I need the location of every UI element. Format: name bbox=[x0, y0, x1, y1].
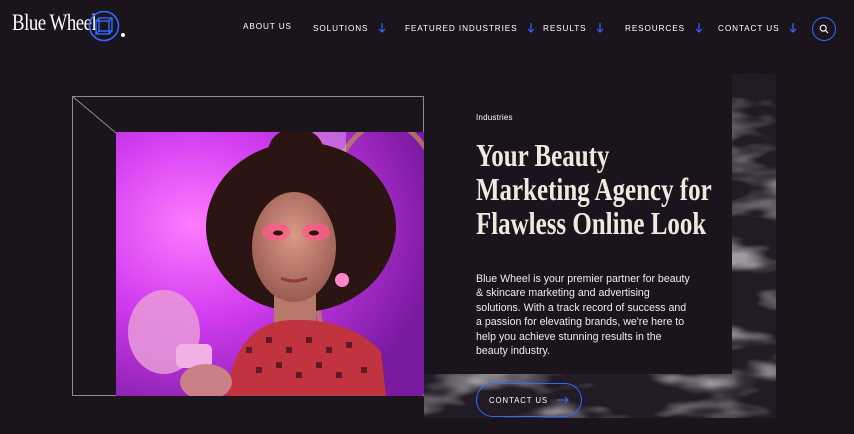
hero-headline-line-1: Your Beauty bbox=[476, 137, 610, 173]
hero-headline-line-3: Flawless Online Look bbox=[476, 205, 707, 241]
frame-bevel-line bbox=[72, 96, 117, 134]
contact-us-button[interactable]: CONTACT US bbox=[476, 383, 582, 417]
arrow-down-icon bbox=[790, 23, 797, 33]
nav-contact-us[interactable]: CONTACT US bbox=[718, 22, 797, 34]
hero-photo bbox=[116, 132, 424, 396]
nav-results-label: RESULTS bbox=[543, 23, 587, 33]
arrow-down-icon bbox=[597, 23, 604, 33]
arrow-down-icon bbox=[528, 23, 535, 33]
arrow-down-icon bbox=[378, 23, 386, 33]
beauty-model-illustration bbox=[116, 132, 424, 396]
nav-solutions[interactable]: SOLUTIONS bbox=[313, 22, 386, 34]
contact-us-button-label: CONTACT US bbox=[489, 395, 548, 405]
search-icon bbox=[819, 24, 829, 34]
nav-contact-us-label: CONTACT US bbox=[718, 23, 780, 33]
nav-about-us[interactable]: ABOUT US bbox=[243, 22, 292, 31]
hero-headline: Your Beauty Marketing Agency for Flawles… bbox=[476, 137, 712, 241]
marble-texture-panel bbox=[424, 74, 776, 418]
search-button[interactable] bbox=[812, 17, 836, 41]
hero-headline-line-2: Marketing Agency for bbox=[476, 171, 712, 207]
nav-results[interactable]: RESULTS bbox=[543, 22, 604, 34]
section-eyebrow: Industries bbox=[476, 113, 513, 122]
nav-resources-label: RESOURCES bbox=[625, 23, 685, 33]
nav-resources[interactable]: RESOURCES bbox=[625, 22, 703, 34]
nav-featured-industries[interactable]: FEATURED INDUSTRIES bbox=[405, 22, 535, 34]
main-nav: ABOUT US SOLUTIONS FEATURED INDUSTRIES R… bbox=[0, 22, 854, 36]
nav-about-us-label: ABOUT US bbox=[243, 22, 292, 31]
nav-solutions-label: SOLUTIONS bbox=[313, 23, 369, 33]
nav-featured-industries-label: FEATURED INDUSTRIES bbox=[405, 23, 518, 33]
arrow-right-icon bbox=[556, 396, 569, 404]
arrow-down-icon bbox=[695, 23, 703, 33]
hero-description: Blue Wheel is your premier partner for b… bbox=[476, 273, 690, 358]
